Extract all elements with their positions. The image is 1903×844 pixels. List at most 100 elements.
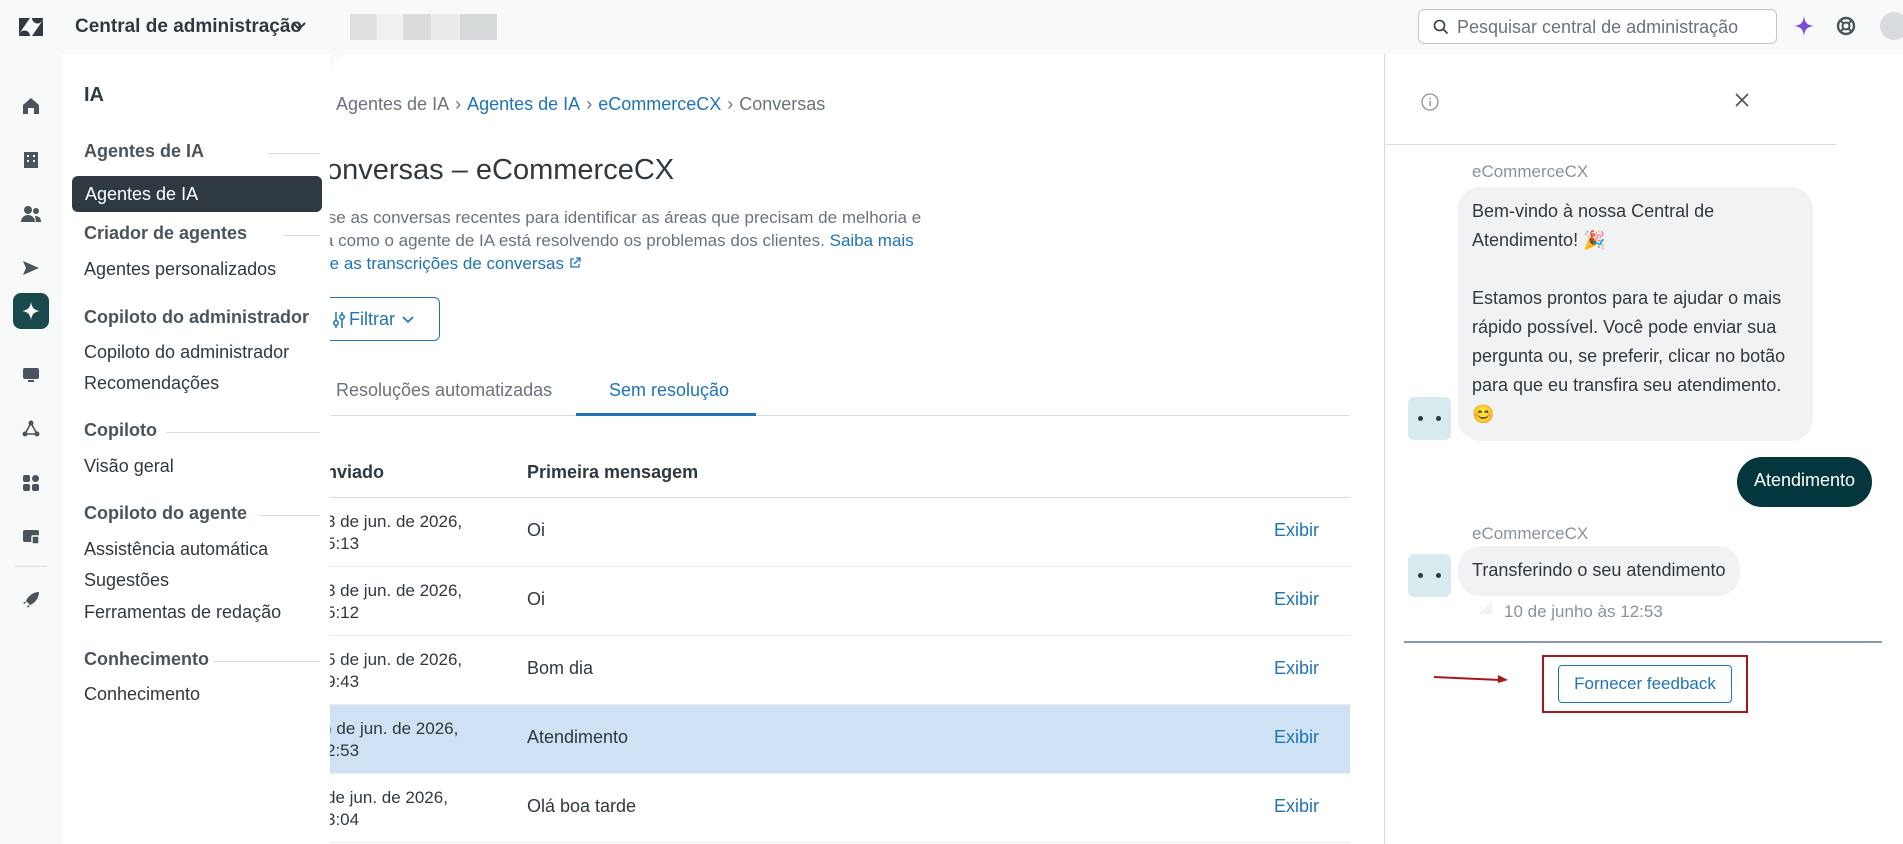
building-icon[interactable] [18, 147, 44, 173]
table-row[interactable]: 3 de jun. de 2026, 5:12 Oi Exibir [330, 567, 1350, 636]
ai-sparkle-icon[interactable] [13, 293, 49, 329]
table-row[interactable]: 3 de jun. de 2026, 5:13 Oi Exibir [330, 498, 1350, 567]
conversation-drawer: eCommerceCX Bem-vindo à nossa Central de… [1386, 54, 1903, 844]
nav-item-admin-copilot[interactable]: Copiloto do administrador [84, 342, 289, 363]
cell-sent-date: de jun. de 2026, 3:04 [330, 787, 486, 831]
learn-more-link-text: re as transcrições de conversas [330, 254, 564, 273]
view-link[interactable]: Exibir [1274, 589, 1319, 610]
objects-rules-icon[interactable] [18, 416, 44, 442]
bot-message-text: Bem-vindo à nossa Central de Atendimento… [1472, 201, 1715, 250]
help-lifebuoy-icon[interactable] [1836, 16, 1856, 36]
cell-sent-date: 3 de jun. de 2026, 5:13 [330, 511, 486, 555]
date-line: de jun. de 2026, [330, 788, 448, 807]
nav-item-suggestions[interactable]: Sugestões [84, 570, 169, 591]
view-link[interactable]: Exibir [1274, 520, 1319, 541]
chevron-down-icon[interactable] [290, 17, 308, 35]
bot-message-bubble: Transferindo o seu atendimento [1458, 546, 1740, 596]
date-line: 3 de jun. de 2026, [330, 581, 463, 600]
time-line: 5:12 [330, 603, 360, 622]
view-link[interactable]: Exibir [1274, 727, 1319, 748]
home-icon[interactable] [18, 93, 44, 119]
nav-section-knowledge: Conhecimento [84, 649, 210, 669]
nav-item-overview[interactable]: Visão geral [84, 456, 174, 477]
channels-send-icon[interactable] [18, 255, 44, 281]
top-bar: Central de administração [0, 0, 1903, 54]
message-sender: eCommerceCX [1472, 162, 1589, 181]
bot-message-text: Estamos prontos para te ajudar o mais rá… [1472, 288, 1786, 424]
nav-item-knowledge[interactable]: Conhecimento [84, 684, 200, 705]
nav-section-divider [268, 153, 320, 154]
give-feedback-button[interactable]: Fornecer feedback [1558, 665, 1732, 703]
active-tab-indicator [576, 413, 756, 416]
annotation-highlight-box: Fornecer feedback [1542, 655, 1748, 713]
breadcrumb: ›Agentes de IA›Agentes de IA›eCommerceCX… [336, 94, 826, 114]
close-icon[interactable] [1732, 90, 1752, 110]
tab-unresolved[interactable]: Sem resolução [609, 380, 729, 401]
nav-section-admin-copilot: Copiloto do administrador [84, 307, 309, 327]
nav-item-writing-tools[interactable]: Ferramentas de redação [84, 602, 281, 623]
column-header-sent[interactable]: nviado [330, 462, 384, 483]
table-row[interactable]: 5 de jun. de 2026, 9:43 Bom dia Exibir [330, 636, 1350, 705]
message-timestamp: 10 de junho às 12:53 [1504, 602, 1663, 621]
nav-section-divider [166, 432, 320, 433]
nav-section-agent-builder: Criador de agentes [84, 223, 248, 243]
search-box[interactable] [1418, 9, 1777, 44]
filter-label: Filtrar [349, 309, 395, 329]
cell-first-message: Oi [527, 589, 545, 609]
people-icon[interactable] [18, 201, 44, 227]
account-name-redacted [350, 14, 497, 40]
bot-message-bubble: Bem-vindo à nossa Central de Atendimento… [1458, 187, 1813, 441]
bubble-tail [1478, 602, 1492, 614]
ai-sparkle-icon[interactable] [1793, 15, 1815, 37]
user-avatar[interactable] [1880, 12, 1903, 40]
nav-item-ai-agents[interactable]: Agentes de IA [72, 176, 322, 212]
nav-section-divider [214, 661, 320, 662]
cell-sent-date: 3 de jun. de 2026, 5:12 [330, 580, 486, 624]
chevron-down-icon [402, 316, 414, 324]
product-rail [0, 54, 62, 844]
get-started-rocket-icon[interactable] [18, 587, 44, 613]
cell-first-message: Atendimento [527, 727, 629, 747]
time-line: 3:04 [330, 810, 360, 829]
workspaces-icon[interactable] [18, 362, 44, 388]
info-icon[interactable] [1420, 92, 1440, 112]
view-link[interactable]: Exibir [1274, 796, 1319, 817]
nav-item-recommendations[interactable]: Recomendações [84, 373, 219, 394]
annotation-arrow-icon [1434, 675, 1508, 683]
time-line: 5:13 [330, 534, 360, 553]
table-row-selected[interactable]: ) de jun. de 2026, 2:53 Atendimento Exibi… [330, 705, 1350, 774]
table-header: nviado Primeira mensagem [330, 450, 1350, 498]
nav-item-auto-assist[interactable]: Assistência automática [84, 539, 268, 560]
filter-button[interactable]: Filtrar [330, 297, 440, 341]
bot-avatar [1408, 397, 1451, 440]
rail-divider [15, 566, 47, 567]
time-line: 9:43 [330, 672, 360, 691]
nav-section-divider [284, 235, 320, 236]
table-row[interactable]: de jun. de 2026, 3:04 Olá boa tarde Exibi… [330, 774, 1350, 843]
zendesk-logo-icon[interactable] [18, 15, 44, 39]
cell-first-message: Olá boa tarde [527, 796, 637, 816]
bot-avatar [1408, 554, 1451, 597]
tab-automated-resolutions[interactable]: Resoluções automatizadas [336, 380, 552, 401]
learn-more-link[interactable]: Saiba mais [830, 231, 914, 250]
cell-first-message: Oi [527, 520, 545, 540]
search-input[interactable] [1457, 16, 1767, 38]
breadcrumb-link-ai-agents[interactable]: Agentes de IA [467, 94, 580, 114]
breadcrumb-link-ecommercecx[interactable]: eCommerceCX [598, 94, 721, 114]
app-title[interactable]: Central de administração [75, 16, 302, 38]
account-icon[interactable] [18, 524, 44, 550]
nav-section-divider [258, 515, 320, 516]
search-icon [1433, 19, 1449, 35]
nav-item-custom-agents[interactable]: Agentes personalizados [84, 259, 276, 280]
page-description: ise as conversas recentes para identific… [330, 206, 1004, 275]
filter-sliders-icon [333, 312, 345, 328]
column-header-first-message[interactable]: Primeira mensagem [527, 462, 698, 483]
user-message-bubble: Atendimento [1737, 457, 1873, 507]
learn-more-link-cont[interactable]: re as transcrições de conversas [330, 254, 581, 273]
view-link[interactable]: Exibir [1274, 658, 1319, 679]
drawer-header-divider [1386, 144, 1836, 145]
page-title: onversas – eCommerceCX [330, 154, 675, 186]
tab-list: Resoluções automatizadas Sem resolução [330, 372, 1350, 416]
apps-integrations-icon[interactable] [18, 470, 44, 496]
date-line: 3 de jun. de 2026, [330, 512, 463, 531]
